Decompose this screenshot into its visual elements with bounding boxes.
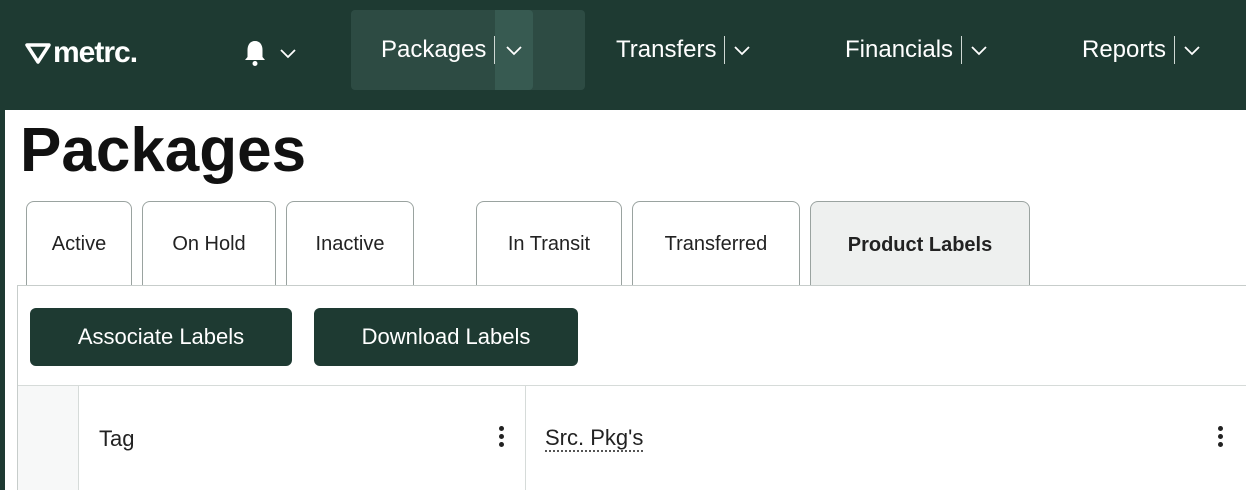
page-title: Packages [20, 116, 307, 185]
tab-label: Inactive [315, 233, 385, 255]
tab-label: Transferred [664, 233, 768, 255]
chevron-down-icon [506, 46, 523, 56]
nav-transfers-label: Transfers [616, 36, 717, 63]
metrc-logo-icon [25, 43, 51, 64]
top-navbar: metrc. Packages Transfers Financials Rep… [5, 5, 1246, 110]
nav-divider [961, 36, 963, 64]
tab-transferred[interactable]: Transferred [632, 201, 800, 287]
tab-on-hold[interactable]: On Hold [142, 201, 276, 287]
column-header-label: Src. Pkg's [545, 424, 644, 452]
nav-packages-label: Packages [381, 36, 487, 63]
tab-label: On Hold [172, 233, 246, 255]
tab-active[interactable]: Active [26, 201, 132, 287]
tab-label: Active [51, 233, 107, 255]
metrc-logo[interactable]: metrc. [25, 33, 138, 73]
content-panel: Associate Labels Download Labels Tag Src… [17, 285, 1246, 490]
nav-financials-label: Financials [845, 36, 954, 63]
grid-header: Tag Src. Pkg's [18, 386, 1246, 490]
nav-reports-label: Reports [1082, 36, 1167, 63]
tab-in-transit[interactable]: In Transit [476, 201, 622, 287]
nav-reports[interactable]: Reports [1082, 10, 1201, 90]
nav-packages[interactable]: Packages [351, 10, 585, 90]
nav-divider [1174, 36, 1176, 64]
row-select-column[interactable] [18, 386, 79, 490]
nav-financials[interactable]: Financials [845, 10, 988, 90]
tab-label: In Transit [507, 233, 591, 255]
column-menu-icon[interactable] [1218, 426, 1224, 450]
column-header-label: Tag [99, 425, 135, 451]
chevron-down-icon [1184, 46, 1200, 56]
logo-text: metrc. [53, 36, 138, 69]
notifications-menu[interactable] [243, 33, 297, 73]
tab-label: Product Labels [847, 234, 993, 256]
column-header-tag[interactable]: Tag [79, 386, 526, 490]
toolbar: Associate Labels Download Labels [18, 286, 1246, 386]
chevron-down-icon [734, 46, 751, 56]
bell-icon [245, 41, 265, 66]
nav-transfers[interactable]: Transfers [616, 10, 751, 90]
associate-labels-button[interactable]: Associate Labels [30, 308, 292, 366]
chevron-down-icon [280, 49, 296, 59]
nav-packages-dropdown[interactable] [495, 10, 534, 90]
chevron-down-icon [971, 46, 987, 56]
column-menu-icon[interactable] [499, 426, 505, 450]
tab-product-labels[interactable]: Product Labels [810, 201, 1030, 289]
tab-inactive[interactable]: Inactive [286, 201, 414, 287]
column-header-src-pkgs[interactable]: Src. Pkg's [526, 386, 1246, 490]
download-labels-button[interactable]: Download Labels [314, 308, 578, 366]
nav-divider [724, 36, 726, 64]
